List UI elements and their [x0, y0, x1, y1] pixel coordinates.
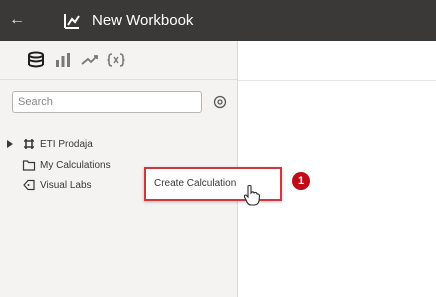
tree-item-label: My Calculations: [40, 160, 111, 171]
tree-item-label: ETI Prodaja: [40, 139, 93, 150]
workbook-icon: [64, 14, 80, 29]
title-bar: ← New Workbook: [0, 0, 436, 41]
dataset-icon: [24, 139, 34, 149]
panel-tabs: [0, 41, 237, 80]
page-title: New Workbook: [92, 12, 194, 29]
tag-icon: [23, 179, 35, 191]
tree-item-dataset[interactable]: ETI Prodaja: [0, 136, 237, 154]
data-icon[interactable]: [26, 51, 46, 69]
step-badge: 1: [292, 172, 310, 190]
back-button[interactable]: ←: [6, 10, 28, 30]
canvas-toolbar: [238, 41, 436, 81]
tree-item-label: Visual Labs: [40, 180, 92, 191]
analytics-icon[interactable]: [80, 51, 100, 69]
create-calculation-menu-item[interactable]: Create Calculation: [154, 178, 236, 189]
hand-cursor-icon: [243, 184, 261, 206]
caret-right-icon[interactable]: [6, 137, 14, 151]
add-circle-icon[interactable]: [213, 95, 227, 109]
folder-icon: [22, 160, 36, 171]
arrow-left-icon: ←: [9, 11, 25, 28]
parameters-icon[interactable]: [106, 51, 126, 69]
search-field[interactable]: [12, 91, 202, 113]
visualizations-icon[interactable]: [53, 51, 73, 69]
search-input[interactable]: [13, 92, 201, 112]
